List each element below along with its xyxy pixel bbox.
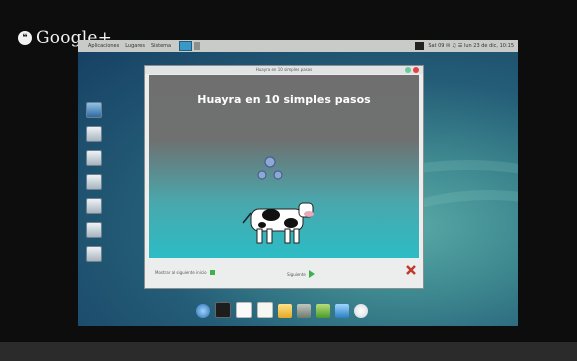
terminal-icon[interactable] <box>215 302 231 318</box>
home-icon[interactable] <box>86 126 102 142</box>
terminal-icon[interactable] <box>415 42 425 50</box>
trash-icon[interactable] <box>316 304 330 318</box>
dialog-window-title: Huayra en 10 simples pasos <box>255 67 313 72</box>
checkbox-label: Mostrar al siguiente inicio <box>155 270 207 275</box>
drive-icon[interactable] <box>86 246 102 262</box>
browser-icon[interactable] <box>196 304 210 318</box>
next-arrow-icon <box>308 270 315 278</box>
desktop-launchers <box>86 102 102 262</box>
top-panel: Aplicaciones Lugares Sistema Sat 09 ✉ ♫ … <box>78 40 518 52</box>
bottom-band <box>0 342 577 361</box>
folder-icon[interactable] <box>278 304 292 318</box>
next-button[interactable]: Siguiente <box>287 270 315 278</box>
panel-status-area: Sat 09 ✉ ♫ ☰ lun 23 de dic, 10:15 <box>415 42 514 50</box>
computer-icon[interactable] <box>86 102 102 118</box>
close-icon[interactable] <box>405 264 417 276</box>
panel-menu: Aplicaciones Lugares Sistema <box>88 43 171 49</box>
hangout-logo-icon: ❝ <box>18 31 32 45</box>
desktop: Aplicaciones Lugares Sistema Sat 09 ✉ ♫ … <box>78 40 518 326</box>
panel-launcher-button[interactable] <box>179 41 193 51</box>
monitor-icon[interactable] <box>335 304 349 318</box>
clock-icon[interactable] <box>354 304 368 318</box>
slide-heading: Huayra en 10 simples pasos <box>197 93 371 106</box>
minimize-icon[interactable] <box>405 67 411 73</box>
next-label: Siguiente <box>287 271 306 277</box>
dialog-slide: Huayra en 10 simples pasos <box>149 75 419 258</box>
molecule-icon <box>257 156 283 180</box>
dock <box>196 302 368 318</box>
drive-icon[interactable] <box>86 222 102 238</box>
camera-icon[interactable] <box>86 198 102 214</box>
panel-launcher-button[interactable] <box>194 42 201 50</box>
menu-applications[interactable]: Aplicaciones <box>88 43 119 49</box>
menu-system[interactable]: Sistema <box>151 43 171 49</box>
panel-clock[interactable]: Sat 09 ✉ ♫ ☰ lun 23 de dic, 10:15 <box>428 43 514 49</box>
drive-icon[interactable] <box>86 174 102 190</box>
drive-icon[interactable] <box>86 150 102 166</box>
menu-places[interactable]: Lugares <box>125 43 145 49</box>
checkbox-checked-icon[interactable] <box>209 270 215 275</box>
welcome-dialog: Huayra en 10 simples pasos Huayra en 10 … <box>144 65 424 289</box>
dialog-footer: Mostrar al siguiente inicio Siguiente <box>145 260 423 288</box>
text-editor-icon[interactable] <box>257 302 273 318</box>
document-icon[interactable] <box>236 302 252 318</box>
tools-icon[interactable] <box>297 304 311 318</box>
dialog-titlebar: Huayra en 10 simples pasos <box>145 66 423 74</box>
hangout-frame: ❝ Google+ Aplicaciones Lugares Sistema S… <box>0 0 577 361</box>
cow-icon <box>242 202 314 244</box>
close-icon[interactable] <box>413 67 419 73</box>
show-at-startup-checkbox[interactable]: Mostrar al siguiente inicio <box>155 270 215 275</box>
